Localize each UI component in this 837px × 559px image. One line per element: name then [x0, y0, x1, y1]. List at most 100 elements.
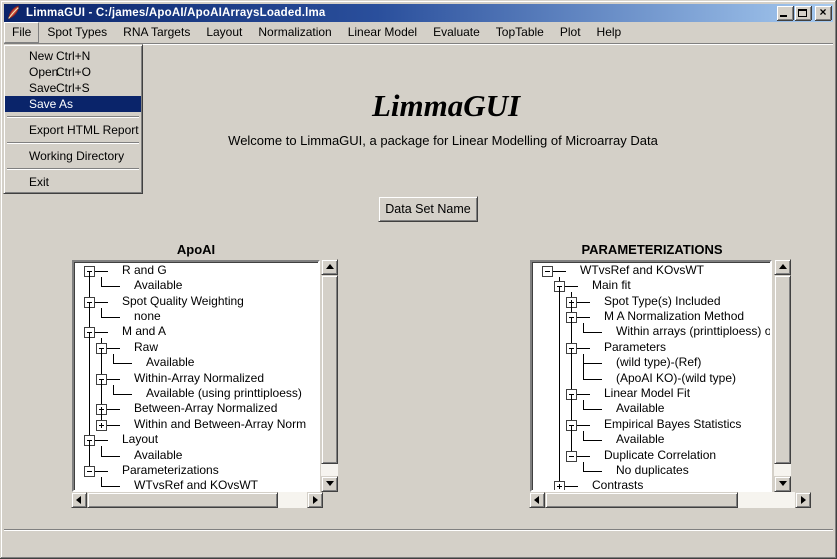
scroll-right-button[interactable] [307, 492, 323, 508]
tree-node-label[interactable]: No duplicates [616, 463, 689, 478]
tree-node-label[interactable]: WTvsRef and KOvsWT [580, 263, 704, 278]
menubar-item-normalization[interactable]: Normalization [250, 22, 339, 43]
titlebar[interactable]: LimmaGUI - C:/james/ApoAI/ApoAIArraysLoa… [4, 4, 833, 22]
arrow-up-icon [326, 264, 334, 269]
tree-apoai-vertical-scrollbar[interactable] [321, 259, 338, 492]
tree-connector [583, 363, 602, 364]
scrollbar-thumb[interactable] [545, 492, 738, 508]
tree-connector [101, 317, 120, 318]
minimize-button[interactable] [777, 6, 793, 20]
scrollbar-thumb[interactable] [774, 275, 791, 464]
scroll-left-button[interactable] [529, 492, 545, 508]
maximize-icon [798, 9, 807, 17]
tree-node-label[interactable]: Main fit [592, 278, 631, 293]
menubar-item-plot[interactable]: Plot [552, 22, 589, 43]
scroll-left-button[interactable] [71, 492, 87, 508]
tree-node-label[interactable]: Available [146, 355, 194, 370]
scroll-down-button[interactable] [774, 476, 791, 492]
menu-item-label: Save As [29, 97, 73, 111]
menu-item-save-as[interactable]: Save As [5, 96, 141, 112]
tree-node-label[interactable]: WTvsRef and KOvsWT [134, 478, 258, 490]
scroll-up-button[interactable] [321, 259, 338, 275]
tree-connector [559, 286, 560, 486]
tree-apoai[interactable]: R and GAvailableSpot Quality Weightingno… [72, 260, 320, 492]
tree-node-label[interactable]: Empirical Bayes Statistics [604, 417, 741, 432]
scroll-down-button[interactable] [321, 476, 338, 492]
tree-connector [101, 286, 120, 287]
tree-node-label[interactable]: Available (using printtiploess) [146, 386, 302, 401]
tree-node-label[interactable]: R and G [122, 263, 167, 278]
menubar-item-file[interactable]: File [4, 22, 39, 43]
tree-node-label[interactable]: M A Normalization Method [604, 309, 744, 324]
scrollbar-thumb[interactable] [321, 275, 338, 464]
menu-item-label: Exit [29, 175, 49, 189]
tree-parameterizations[interactable]: WTvsRef and KOvsWTMain fitSpot Type(s) I… [530, 260, 772, 492]
tree-node-label[interactable]: Available [134, 278, 182, 293]
tree-parameterizations-vertical-scrollbar[interactable] [774, 259, 791, 492]
tree-node-label[interactable]: M and A [122, 324, 166, 339]
arrow-left-icon [534, 496, 539, 504]
tree-collapse-box[interactable] [84, 466, 95, 477]
tree-node-label[interactable]: Linear Model Fit [604, 386, 690, 401]
tree-node-label[interactable]: (wild type)-(Ref) [616, 355, 701, 370]
tree-connector [583, 462, 584, 471]
menu-item-accelerator: Ctrl+O [56, 64, 91, 80]
menu-item-label: Working Directory [29, 149, 124, 163]
menubar-item-layout[interactable]: Layout [198, 22, 250, 43]
close-button[interactable]: × [815, 6, 831, 20]
menu-item-new[interactable]: NewCtrl+N [5, 48, 141, 64]
tree-connector [101, 456, 120, 457]
tree-connector [571, 348, 572, 394]
menu-item-open[interactable]: OpenCtrl+O [5, 64, 141, 80]
tree-expand-box[interactable] [554, 481, 565, 490]
data-set-name-button[interactable]: Data Set Name [378, 196, 478, 222]
tree-apoai-horizontal-scrollbar[interactable] [71, 492, 323, 508]
tree-node-label[interactable]: Duplicate Correlation [604, 448, 716, 463]
arrow-up-icon [779, 264, 787, 269]
menu-item-save[interactable]: SaveCtrl+S [5, 80, 141, 96]
tree-node-label[interactable]: Spot Quality Weighting [122, 294, 244, 309]
tree-connector [583, 431, 584, 440]
tree-node-label[interactable]: Spot Type(s) Included [604, 294, 721, 309]
tree-collapse-box[interactable] [542, 266, 553, 277]
tree-node-label[interactable]: Layout [122, 432, 158, 447]
tree-connector [583, 363, 584, 379]
tree-parameterizations-content: WTvsRef and KOvsWTMain fitSpot Type(s) I… [533, 263, 770, 490]
menu-item-label: Open [29, 65, 58, 79]
tree-collapse-box[interactable] [566, 451, 577, 462]
tree-node-label[interactable]: Within-Array Normalized [134, 371, 264, 386]
menubar-item-linear-model[interactable]: Linear Model [340, 22, 425, 43]
menubar-item-spot-types[interactable]: Spot Types [39, 22, 115, 43]
tree-node-label[interactable]: Raw [134, 340, 158, 355]
menu-separator [7, 168, 139, 170]
tree-node-label[interactable]: Parameters [604, 340, 666, 355]
tree-parameterizations-horizontal-scrollbar[interactable] [529, 492, 811, 508]
menubar-item-rna-targets[interactable]: RNA Targets [115, 22, 198, 43]
menubar-item-evaluate[interactable]: Evaluate [425, 22, 488, 43]
tree-node-label[interactable]: Available [134, 448, 182, 463]
menu-separator [7, 142, 139, 144]
menu-item-exit[interactable]: Exit [5, 174, 141, 190]
menu-item-export-html-report[interactable]: Export HTML Report [5, 122, 141, 138]
tree-node-label[interactable]: Available [616, 432, 664, 447]
tree-connector [101, 308, 102, 317]
tree-node-label[interactable]: Between-Array Normalized [134, 401, 277, 416]
tree-connector [113, 385, 114, 394]
menubar-item-toptable[interactable]: TopTable [488, 22, 552, 43]
tree-node-label[interactable]: Within arrays (printtiploess) on [616, 324, 770, 339]
scroll-up-button[interactable] [774, 259, 791, 275]
tree-node-label[interactable]: Contrasts [592, 478, 643, 490]
maximize-button[interactable] [795, 6, 811, 20]
tree-node-label[interactable]: Parameterizations [122, 463, 219, 478]
scroll-right-button[interactable] [795, 492, 811, 508]
menubar-item-help[interactable]: Help [589, 22, 630, 43]
tree-connector [583, 379, 602, 380]
tree-node-label[interactable]: Available [616, 401, 664, 416]
tree-node-label[interactable]: Within and Between-Array Norm [134, 417, 306, 432]
tree-node-label[interactable]: (ApoAI KO)-(wild type) [616, 371, 736, 386]
tree-expand-box[interactable] [96, 420, 107, 431]
tree-node-label[interactable]: none [134, 309, 161, 324]
scrollbar-thumb[interactable] [87, 492, 278, 508]
menu-item-working-directory[interactable]: Working Directory [5, 148, 141, 164]
tree-connector [101, 486, 120, 487]
